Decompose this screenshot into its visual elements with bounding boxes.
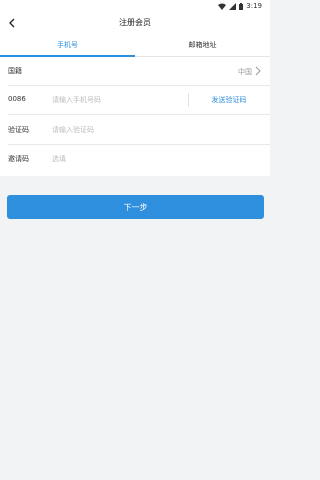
tab-phone[interactable]: 手机号 <box>0 34 135 56</box>
navigation-bar: 注册会员 <box>0 12 270 34</box>
status-bar: 3:19 <box>0 0 270 12</box>
country-value: 中国 <box>238 68 252 76</box>
chevron-right-icon <box>255 66 261 76</box>
code-label: 验证码 <box>8 126 29 134</box>
code-row: 验证码 请输入验证码 <box>0 116 270 145</box>
page-title: 注册会员 <box>119 18 151 27</box>
invite-input[interactable]: 选填 <box>52 154 172 166</box>
tab-bar: 手机号 邮箱地址 <box>0 34 270 57</box>
next-button[interactable]: 下一步 <box>7 195 264 219</box>
invite-row: 邀请码 选填 <box>0 145 270 174</box>
send-code-button[interactable]: 发送验证码 <box>196 95 262 107</box>
wifi-icon <box>218 3 227 10</box>
signal-icon <box>229 2 237 10</box>
row-divider <box>8 114 270 115</box>
country-code-label: 0086 <box>8 95 26 103</box>
phone-row: 0086 请输入手机号码 发送验证码 <box>0 86 270 115</box>
tab-email[interactable]: 邮箱地址 <box>135 34 270 56</box>
status-icons: 3:19 <box>218 1 262 11</box>
battery-icon <box>239 2 244 10</box>
status-time: 3:19 <box>246 2 262 10</box>
country-row[interactable]: 国籍 中国 <box>0 57 270 86</box>
registration-form: 国籍 中国 0086 请输入手机号码 发送验证码 验证码 请输入验证码 邀请码 … <box>0 57 270 176</box>
phone-input[interactable]: 请输入手机号码 <box>52 95 172 107</box>
country-label: 国籍 <box>8 67 22 75</box>
code-input[interactable]: 请输入验证码 <box>52 125 172 137</box>
vertical-divider <box>188 93 189 107</box>
invite-label: 邀请码 <box>8 155 29 163</box>
